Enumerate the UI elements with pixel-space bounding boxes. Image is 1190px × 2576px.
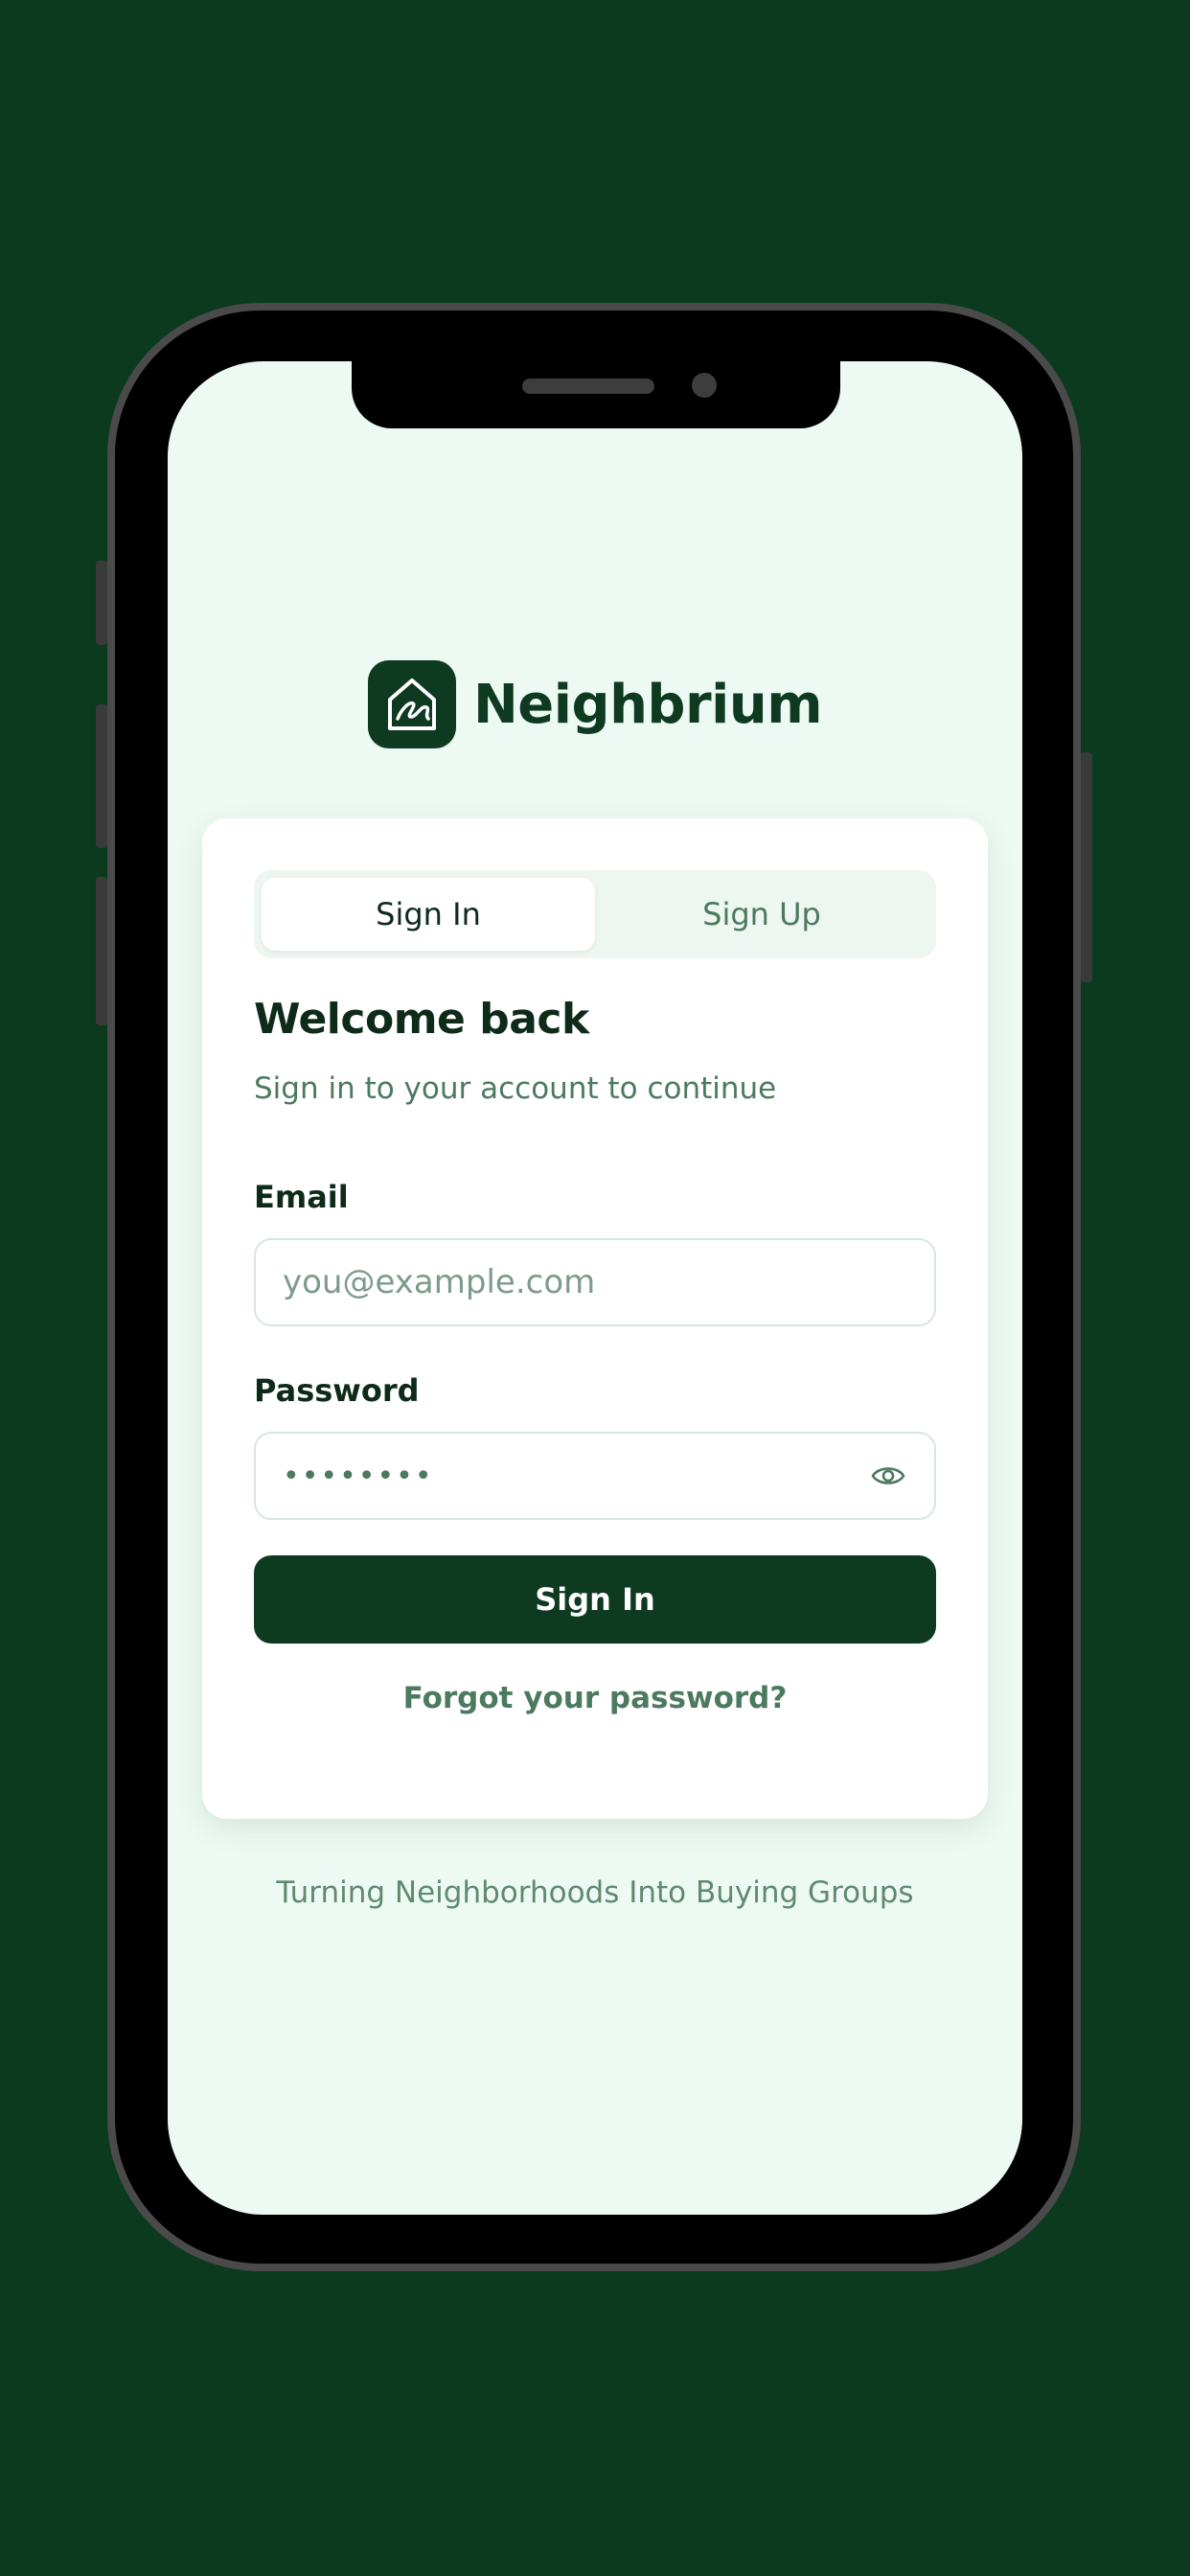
- phone-screen: Neighbrium Sign In Sign Up Welcome back …: [168, 361, 1022, 2215]
- page-subtitle: Sign in to your account to continue: [254, 1071, 777, 1106]
- front-camera: [692, 373, 717, 398]
- brand-header: Neighbrium: [168, 660, 1022, 748]
- house-signature-logo-icon: [367, 660, 456, 748]
- page-title: Welcome back: [254, 995, 589, 1044]
- email-field[interactable]: [283, 1263, 907, 1301]
- brand-name: Neighbrium: [472, 673, 823, 736]
- eye-icon[interactable]: [869, 1457, 907, 1495]
- forgot-password-link[interactable]: Forgot your password?: [202, 1681, 988, 1715]
- mute-switch: [96, 561, 107, 645]
- tab-sign-in[interactable]: Sign In: [262, 878, 595, 951]
- power-button: [1081, 752, 1092, 982]
- volume-down-button: [96, 877, 107, 1025]
- notch: [352, 361, 840, 428]
- email-field-container: [254, 1238, 936, 1326]
- speaker-grille: [522, 379, 654, 394]
- auth-tabs: Sign In Sign Up: [254, 870, 936, 958]
- volume-up-button: [96, 704, 107, 848]
- tab-sign-up[interactable]: Sign Up: [595, 878, 928, 951]
- password-field[interactable]: ••••••••: [254, 1432, 936, 1520]
- password-value: ••••••••: [283, 1459, 434, 1493]
- password-label: Password: [254, 1372, 420, 1409]
- email-label: Email: [254, 1179, 349, 1215]
- sign-in-button[interactable]: Sign In: [254, 1555, 936, 1644]
- tagline: Turning Neighborhoods Into Buying Groups: [276, 1875, 914, 1910]
- auth-card: Sign In Sign Up Welcome back Sign in to …: [202, 818, 988, 1819]
